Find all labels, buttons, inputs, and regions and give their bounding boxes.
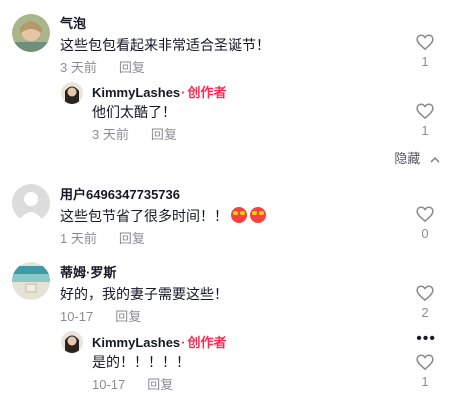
reply-button[interactable]: 回复 <box>115 309 141 324</box>
comment-time: 3 天前 <box>60 60 97 75</box>
badge-separator: · <box>181 335 186 350</box>
comment-text-content: 这些包节省了很多时间！！ <box>60 208 228 224</box>
comment-text: 他们太酷了！ <box>92 104 176 120</box>
comment-text: 好的，我的妻子需要这些！ <box>60 286 228 302</box>
comment-text: 这些包包看起来非常适合圣诞节！ <box>60 37 270 53</box>
comment-meta: 3 天前 回复 <box>60 57 145 76</box>
like-button[interactable]: 1 <box>414 103 436 138</box>
hide-label: 隐藏 <box>394 151 421 166</box>
reply-button[interactable]: 回复 <box>151 127 177 142</box>
reply-button[interactable]: 回复 <box>119 231 145 246</box>
star-struck-emoji-icon <box>231 207 247 223</box>
comment-time: 10-17 <box>92 377 126 392</box>
heart-outline-icon <box>416 354 434 370</box>
more-options-button[interactable]: ••• <box>416 330 436 348</box>
comment-meta: 10-17 回复 <box>60 306 141 325</box>
like-button[interactable]: 1 <box>414 34 436 69</box>
avatar[interactable] <box>12 184 50 222</box>
creator-badge: 创作者 <box>187 335 227 350</box>
comment-text: 是的！！！！！ <box>92 354 190 370</box>
badge-separator: · <box>181 85 186 100</box>
like-count: 1 <box>421 54 429 69</box>
star-struck-emoji-icon <box>250 207 266 223</box>
comment-meta: 1 天前 回复 <box>60 228 145 247</box>
comment-text: 这些包节省了很多时间！！ <box>60 206 266 226</box>
avatar[interactable] <box>12 14 50 52</box>
comment-author[interactable]: 用户6496347735736 <box>60 184 180 203</box>
comment-meta: 10-17 回复 <box>92 374 173 393</box>
avatar[interactable] <box>61 331 83 353</box>
avatar[interactable] <box>61 82 83 104</box>
like-count: 0 <box>421 226 429 241</box>
like-button[interactable]: 0 <box>414 206 436 241</box>
comment-author[interactable]: 蒂姆·罗斯 <box>60 262 116 281</box>
like-button[interactable]: 2 <box>414 285 436 320</box>
heart-outline-icon <box>416 285 434 301</box>
chevron-up-icon <box>430 156 440 163</box>
like-count: 2 <box>421 305 429 320</box>
heart-outline-icon <box>416 206 434 222</box>
comment-time: 10-17 <box>60 309 94 324</box>
comment-time: 1 天前 <box>60 231 97 246</box>
comment-author[interactable]: 气泡 <box>60 13 86 32</box>
reply-button[interactable]: 回复 <box>147 377 173 392</box>
comment-time: 3 天前 <box>92 127 129 142</box>
avatar[interactable] <box>12 262 50 300</box>
author-name[interactable]: KimmyLashes <box>92 335 180 350</box>
like-count: 1 <box>421 374 429 389</box>
comment-meta: 3 天前 回复 <box>92 124 177 143</box>
like-count: 1 <box>421 123 429 138</box>
reply-author: KimmyLashes· 创作者 <box>92 332 227 351</box>
creator-badge: 创作者 <box>187 85 227 100</box>
reply-author: KimmyLashes· 创作者 <box>92 82 227 101</box>
like-button[interactable]: 1 <box>414 354 436 389</box>
reply-button[interactable]: 回复 <box>119 60 145 75</box>
heart-outline-icon <box>416 103 434 119</box>
author-name[interactable]: KimmyLashes <box>92 85 180 100</box>
heart-outline-icon <box>416 34 434 50</box>
hide-replies-button[interactable]: 隐藏 <box>394 148 440 167</box>
